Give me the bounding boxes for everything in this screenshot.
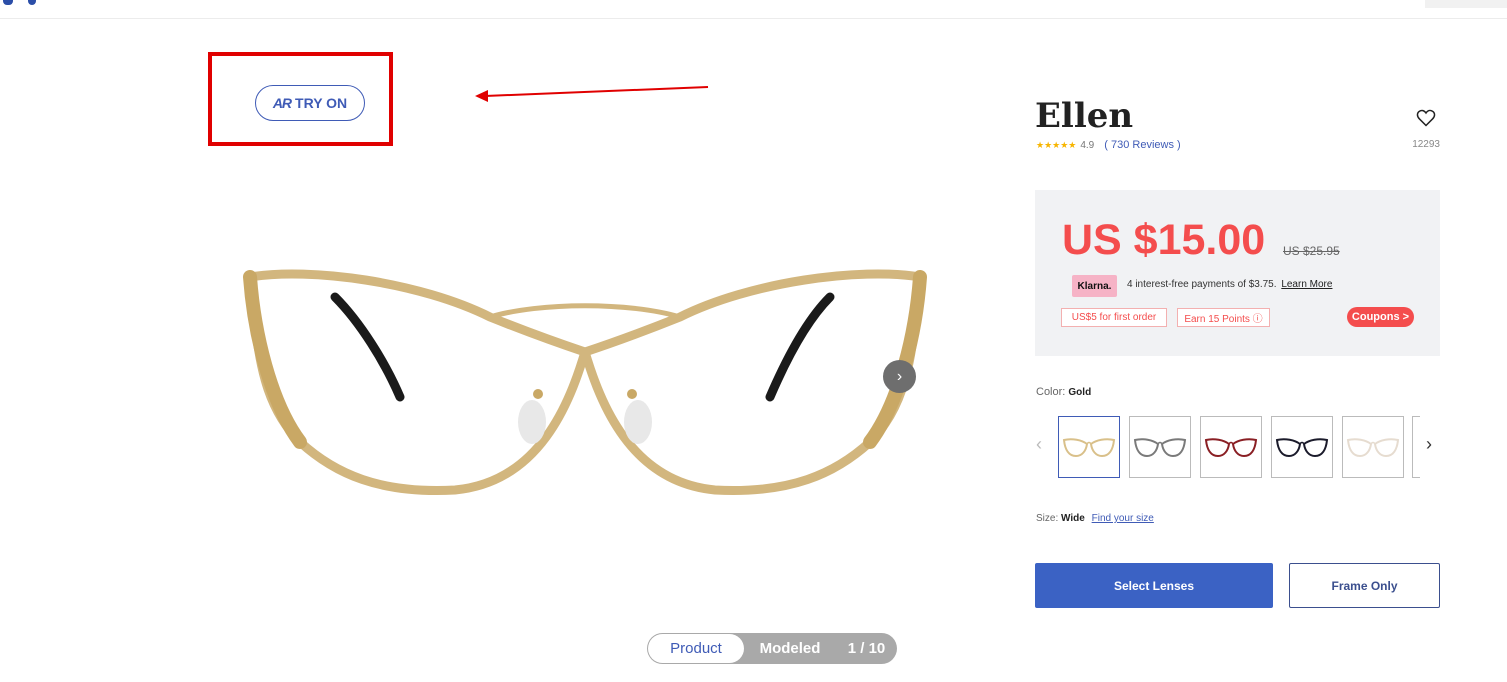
try-on-label: TRY ON	[295, 95, 348, 111]
top-right-control[interactable]	[1425, 0, 1507, 8]
color-swatch-silver[interactable]	[1129, 416, 1191, 478]
product-image-glasses	[243, 269, 927, 495]
gallery-next-button[interactable]: ›	[883, 360, 916, 393]
color-swatch-gold[interactable]	[1058, 416, 1120, 478]
tab-product[interactable]: Product	[648, 634, 744, 663]
price-panel: US $15.00 US $25.95 Klarna. 4 interest-f…	[1035, 190, 1440, 356]
heart-icon[interactable]	[1416, 108, 1436, 128]
selected-color: Gold	[1068, 387, 1092, 398]
color-swatch-black[interactable]	[1271, 416, 1333, 478]
chevron-right-icon: ›	[896, 367, 903, 385]
original-price: US $25.95	[1283, 244, 1340, 258]
ar-icon: AR	[272, 95, 292, 111]
chevron-left-icon: ‹	[1036, 434, 1042, 454]
swatch-prev-button[interactable]: ‹	[1036, 434, 1050, 454]
swatch-glasses-icon	[1346, 438, 1400, 458]
star-rating-icon: ★★★★★	[1036, 139, 1077, 150]
annotation-arrow-icon	[475, 86, 709, 102]
size-value: Wide	[1061, 513, 1085, 524]
points-chip[interactable]: Earn 15 Points ⓘ	[1177, 308, 1270, 327]
coupons-button[interactable]: Coupons >	[1347, 307, 1414, 327]
swatch-glasses-icon	[1275, 438, 1329, 458]
product-title: Ellen	[1035, 96, 1134, 136]
klarna-text: 4 interest-free payments of $3.75.	[1127, 279, 1277, 290]
image-counter: 1 / 10	[847, 640, 886, 657]
find-your-size-link[interactable]: Find your size	[1092, 513, 1154, 524]
site-logo[interactable]	[0, 0, 40, 5]
reviews-link[interactable]: ( 730 Reviews )	[1104, 139, 1180, 151]
select-lenses-button[interactable]: Select Lenses	[1035, 563, 1273, 608]
size-row: Size: Wide Find your size	[1036, 513, 1154, 524]
color-swatch-clear[interactable]	[1342, 416, 1404, 478]
tab-modeled[interactable]: Modeled	[744, 640, 836, 657]
ar-try-on-button[interactable]: AR TRY ON	[255, 85, 365, 121]
first-order-chip: US$5 for first order	[1061, 308, 1167, 327]
current-price: US $15.00	[1062, 216, 1266, 264]
rating-row: ★★★★★ 4.9 ( 730 Reviews )	[1036, 139, 1181, 151]
color-swatch-red[interactable]	[1200, 416, 1262, 478]
view-toggle: Product Modeled 1 / 10	[647, 633, 897, 664]
frame-only-button[interactable]: Frame Only	[1289, 563, 1440, 608]
color-label-text: Color:	[1036, 386, 1066, 398]
klarna-info: 4 interest-free payments of $3.75. Learn…	[1127, 279, 1332, 290]
klarna-logo: Klarna.	[1072, 275, 1117, 297]
product-sku: 12293	[1412, 139, 1440, 150]
color-label: Color: Gold	[1036, 386, 1091, 398]
size-label: Size:	[1036, 513, 1059, 524]
chevron-right-icon: ›	[1426, 434, 1432, 454]
swatch-next-button[interactable]: ›	[1426, 434, 1440, 454]
swatch-glasses-icon	[1204, 438, 1258, 458]
swatch-glasses-icon	[1133, 438, 1187, 458]
color-swatch-partial[interactable]	[1412, 416, 1420, 478]
klarna-learn-more-link[interactable]: Learn More	[1281, 279, 1332, 290]
rating-value: 4.9	[1080, 139, 1095, 151]
swatch-glasses-icon	[1062, 438, 1116, 458]
top-navigation-bar	[0, 0, 1507, 19]
